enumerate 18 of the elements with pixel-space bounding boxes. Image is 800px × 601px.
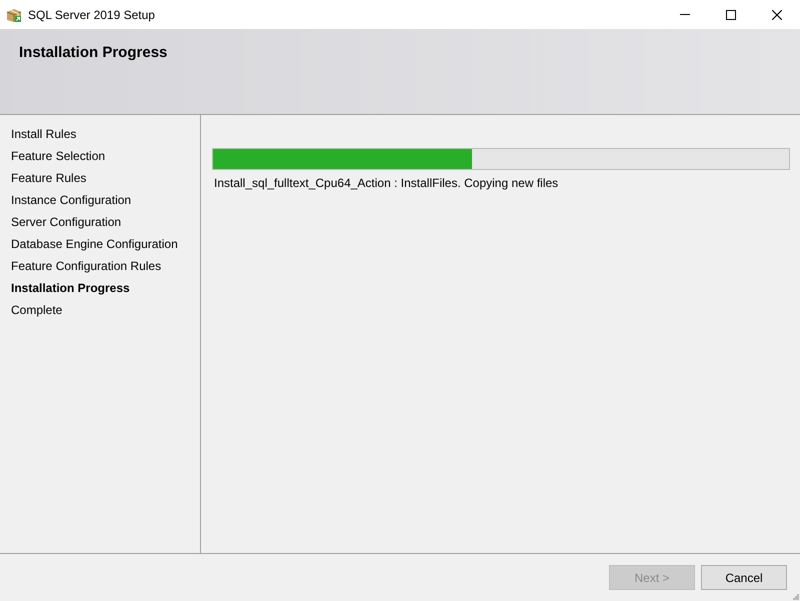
maximize-icon	[726, 10, 736, 20]
step-label: Install Rules	[11, 127, 76, 141]
step-label: Installation Progress	[11, 281, 130, 295]
minimize-icon	[680, 14, 690, 15]
page-heading: Installation Progress	[19, 43, 168, 63]
window-title: SQL Server 2019 Setup	[28, 8, 155, 20]
step-label: Complete	[11, 303, 62, 317]
step-label: Instance Configuration	[11, 193, 132, 207]
status-text: Install_sql_fulltext_Cpu64_Action : InstallFiles. Copying new files	[214, 176, 558, 190]
step-label: Feature Rules	[11, 171, 86, 185]
resize-grip-icon[interactable]	[793, 594, 799, 600]
step-label: Server Configuration	[11, 215, 122, 229]
step-label: Database Engine Configuration	[11, 237, 178, 251]
step-label: Feature Configuration Rules	[11, 259, 162, 273]
package-icon	[6, 6, 22, 22]
close-icon	[772, 10, 782, 20]
cancel-button[interactable]: Cancel	[701, 565, 787, 590]
step-label: Feature Selection	[11, 149, 106, 163]
